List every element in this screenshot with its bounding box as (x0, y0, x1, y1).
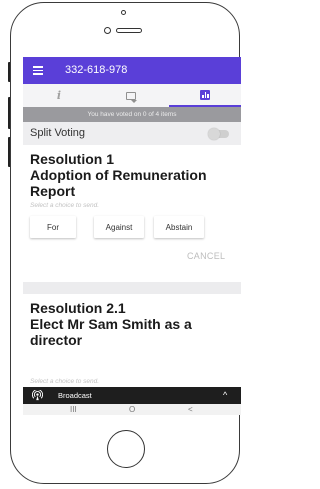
split-voting-label: Split Voting (30, 127, 86, 139)
split-voting-toggle[interactable] (208, 128, 229, 140)
back-button[interactable]: < (188, 405, 193, 414)
card-separator (23, 282, 241, 294)
earpiece-speaker (116, 28, 142, 33)
meeting-id-title: 332-618-978 (65, 64, 128, 76)
broadcast-label: Broadcast (58, 391, 92, 400)
resolution-card: Resolution 2.1 Elect Mr Sam Smith as a d… (23, 294, 241, 387)
sensor-icon (121, 10, 126, 15)
vote-for-button[interactable]: For (30, 216, 76, 238)
choice-hint: Select a choice to send. (30, 202, 100, 209)
bar-chart-icon (200, 89, 210, 100)
resolution-title: Resolution 1 Adoption of Remuneration Re… (30, 151, 207, 199)
tab-chat[interactable] (95, 84, 167, 107)
choice-hint: Select a choice to send. (30, 378, 100, 385)
front-camera-icon (104, 27, 111, 34)
voted-status-banner: You have voted on 0 of 4 items (23, 107, 241, 122)
app-screen: 332-618-978 i You have voted on 0 of 4 i… (23, 57, 241, 415)
vote-abstain-button[interactable]: Abstain (154, 216, 204, 238)
toggle-knob (208, 128, 220, 140)
info-icon: i (56, 89, 62, 102)
android-nav-bar: III O < (23, 404, 241, 415)
cancel-button[interactable]: CANCEL (187, 251, 225, 261)
split-voting-row: Split Voting (23, 122, 241, 145)
choice-group: For Against Abstain (23, 216, 241, 240)
menu-icon[interactable] (33, 66, 43, 75)
tab-info[interactable]: i (23, 84, 95, 107)
chat-icon (126, 91, 137, 103)
app-bar: 332-618-978 (23, 57, 241, 84)
tab-voting[interactable] (169, 84, 241, 107)
tab-bar: i (23, 84, 241, 107)
home-nav-button[interactable]: O (129, 405, 135, 414)
broadcast-bar[interactable]: Broadcast ^ (23, 387, 241, 404)
chevron-up-icon[interactable]: ^ (223, 390, 227, 400)
resolution-card: Resolution 1 Adoption of Remuneration Re… (23, 145, 241, 282)
recents-button[interactable]: III (70, 405, 77, 414)
physical-home-button[interactable] (107, 430, 145, 468)
broadcast-icon (32, 390, 43, 401)
vote-against-button[interactable]: Against (94, 216, 144, 238)
resolution-title: Resolution 2.1 Elect Mr Sam Smith as a d… (30, 300, 192, 348)
